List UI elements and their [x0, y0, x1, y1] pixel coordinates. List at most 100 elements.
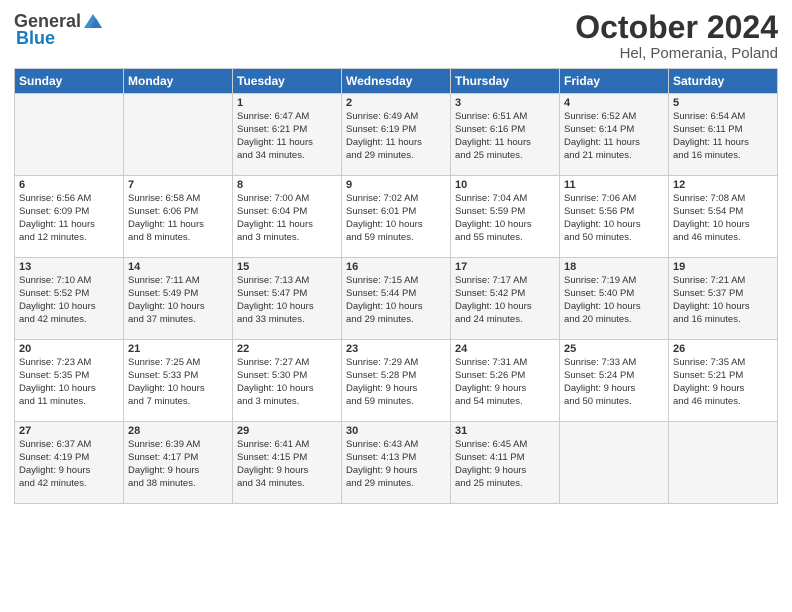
day-info: Sunrise: 7:25 AM Sunset: 5:33 PM Dayligh… — [128, 357, 228, 408]
table-row: 4Sunrise: 6:52 AM Sunset: 6:14 PM Daylig… — [560, 94, 669, 176]
day-info: Sunrise: 6:39 AM Sunset: 4:17 PM Dayligh… — [128, 439, 228, 490]
day-info: Sunrise: 7:17 AM Sunset: 5:42 PM Dayligh… — [455, 275, 555, 326]
calendar-week-row: 27 Sunrise: 6:37 AM Sunset: 4:19 PM Dayli… — [15, 422, 778, 504]
page: General Blue October 2024 Hel, Pomerania… — [0, 0, 792, 510]
table-row: 1 Sunrise: 6:47 AM Sunset: 6:21 PM Daylig… — [233, 94, 342, 176]
day-number: 25 — [564, 343, 664, 355]
day-number: 23 — [346, 343, 446, 355]
month-title: October 2024 — [575, 10, 778, 45]
table-row: 16Sunrise: 7:15 AM Sunset: 5:44 PM Dayli… — [342, 258, 451, 340]
table-row: 19 Sunrise: 7:21 AM Sunset: 5:37 PM Dayli… — [669, 258, 778, 340]
header: General Blue October 2024 Hel, Pomerania… — [14, 10, 778, 62]
logo-blue: Blue — [16, 28, 55, 49]
day-info: Sunrise: 6:47 AM Sunset: 6:21 PM Dayligh… — [237, 111, 337, 162]
day-number: 22 — [237, 343, 337, 355]
col-tuesday: Tuesday — [233, 69, 342, 94]
table-row: 29 Sunrise: 6:41 AM Sunset: 4:15 PM Dayli… — [233, 422, 342, 504]
table-row: 10Sunrise: 7:04 AM Sunset: 5:59 PM Dayli… — [451, 176, 560, 258]
table-row: 22Sunrise: 7:27 AM Sunset: 5:30 PM Dayli… — [233, 340, 342, 422]
calendar-week-row: 13 Sunrise: 7:10 AM Sunset: 5:52 PM Dayli… — [15, 258, 778, 340]
header-row: Sunday Monday Tuesday Wednesday Thursday… — [15, 69, 778, 94]
day-number: 15 — [237, 261, 337, 273]
day-info: Sunrise: 6:54 AM Sunset: 6:11 PM Dayligh… — [673, 111, 773, 162]
table-row: 20Sunrise: 7:23 AM Sunset: 5:35 PM Dayli… — [15, 340, 124, 422]
location-title: Hel, Pomerania, Poland — [575, 45, 778, 62]
day-number: 6 — [19, 179, 119, 191]
day-number: 26 — [673, 343, 773, 355]
day-info: Sunrise: 6:37 AM Sunset: 4:19 PM Dayligh… — [19, 439, 119, 490]
day-info: Sunrise: 7:31 AM Sunset: 5:26 PM Dayligh… — [455, 357, 555, 408]
day-number: 31 — [455, 425, 555, 437]
day-number: 30 — [346, 425, 446, 437]
table-row: 13 Sunrise: 7:10 AM Sunset: 5:52 PM Dayli… — [15, 258, 124, 340]
table-row: 24 Sunrise: 7:31 AM Sunset: 5:26 PM Dayli… — [451, 340, 560, 422]
day-number: 3 — [455, 97, 555, 109]
day-info: Sunrise: 7:11 AM Sunset: 5:49 PM Dayligh… — [128, 275, 228, 326]
title-block: October 2024 Hel, Pomerania, Poland — [575, 10, 778, 62]
table-row: 12 Sunrise: 7:08 AM Sunset: 5:54 PM Dayli… — [669, 176, 778, 258]
day-info: Sunrise: 7:08 AM Sunset: 5:54 PM Dayligh… — [673, 193, 773, 244]
table-row — [124, 94, 233, 176]
table-row: 26Sunrise: 7:35 AM Sunset: 5:21 PM Dayli… — [669, 340, 778, 422]
logo: General Blue — [14, 10, 104, 49]
day-info: Sunrise: 7:21 AM Sunset: 5:37 PM Dayligh… — [673, 275, 773, 326]
day-info: Sunrise: 7:10 AM Sunset: 5:52 PM Dayligh… — [19, 275, 119, 326]
day-info: Sunrise: 7:19 AM Sunset: 5:40 PM Dayligh… — [564, 275, 664, 326]
table-row: 11Sunrise: 7:06 AM Sunset: 5:56 PM Dayli… — [560, 176, 669, 258]
table-row: 23 Sunrise: 7:29 AM Sunset: 5:28 PM Dayli… — [342, 340, 451, 422]
table-row: 9Sunrise: 7:02 AM Sunset: 6:01 PM Daylig… — [342, 176, 451, 258]
table-row: 8 Sunrise: 7:00 AM Sunset: 6:04 PM Daylig… — [233, 176, 342, 258]
day-number: 21 — [128, 343, 228, 355]
day-info: Sunrise: 7:29 AM Sunset: 5:28 PM Dayligh… — [346, 357, 446, 408]
table-row: 18Sunrise: 7:19 AM Sunset: 5:40 PM Dayli… — [560, 258, 669, 340]
day-number: 24 — [455, 343, 555, 355]
table-row — [560, 422, 669, 504]
table-row: 3Sunrise: 6:51 AM Sunset: 6:16 PM Daylig… — [451, 94, 560, 176]
calendar-week-row: 6 Sunrise: 6:56 AM Sunset: 6:09 PM Daylig… — [15, 176, 778, 258]
day-number: 29 — [237, 425, 337, 437]
table-row: 27 Sunrise: 6:37 AM Sunset: 4:19 PM Dayli… — [15, 422, 124, 504]
day-number: 14 — [128, 261, 228, 273]
day-info: Sunrise: 6:41 AM Sunset: 4:15 PM Dayligh… — [237, 439, 337, 490]
day-number: 20 — [19, 343, 119, 355]
table-row: 5Sunrise: 6:54 AM Sunset: 6:11 PM Daylig… — [669, 94, 778, 176]
day-number: 1 — [237, 97, 337, 109]
table-row: 30 Sunrise: 6:43 AM Sunset: 4:13 PM Dayli… — [342, 422, 451, 504]
table-row: 17Sunrise: 7:17 AM Sunset: 5:42 PM Dayli… — [451, 258, 560, 340]
table-row — [669, 422, 778, 504]
day-number: 19 — [673, 261, 773, 273]
day-info: Sunrise: 7:33 AM Sunset: 5:24 PM Dayligh… — [564, 357, 664, 408]
table-row: 31 Sunrise: 6:45 AM Sunset: 4:11 PM Dayli… — [451, 422, 560, 504]
day-number: 13 — [19, 261, 119, 273]
day-info: Sunrise: 6:45 AM Sunset: 4:11 PM Dayligh… — [455, 439, 555, 490]
day-number: 7 — [128, 179, 228, 191]
day-number: 10 — [455, 179, 555, 191]
day-info: Sunrise: 6:58 AM Sunset: 6:06 PM Dayligh… — [128, 193, 228, 244]
day-number: 12 — [673, 179, 773, 191]
table-row: 6 Sunrise: 6:56 AM Sunset: 6:09 PM Daylig… — [15, 176, 124, 258]
calendar-week-row: 20Sunrise: 7:23 AM Sunset: 5:35 PM Dayli… — [15, 340, 778, 422]
col-sunday: Sunday — [15, 69, 124, 94]
day-number: 8 — [237, 179, 337, 191]
logo-icon — [82, 10, 104, 32]
calendar-body: 1 Sunrise: 6:47 AM Sunset: 6:21 PM Daylig… — [15, 94, 778, 504]
table-row: 15Sunrise: 7:13 AM Sunset: 5:47 PM Dayli… — [233, 258, 342, 340]
day-info: Sunrise: 6:43 AM Sunset: 4:13 PM Dayligh… — [346, 439, 446, 490]
calendar-table: Sunday Monday Tuesday Wednesday Thursday… — [14, 68, 778, 504]
col-thursday: Thursday — [451, 69, 560, 94]
table-row: 25 Sunrise: 7:33 AM Sunset: 5:24 PM Dayli… — [560, 340, 669, 422]
day-info: Sunrise: 6:56 AM Sunset: 6:09 PM Dayligh… — [19, 193, 119, 244]
col-friday: Friday — [560, 69, 669, 94]
day-info: Sunrise: 6:49 AM Sunset: 6:19 PM Dayligh… — [346, 111, 446, 162]
table-row: 14 Sunrise: 7:11 AM Sunset: 5:49 PM Dayli… — [124, 258, 233, 340]
day-number: 11 — [564, 179, 664, 191]
table-row: 28Sunrise: 6:39 AM Sunset: 4:17 PM Dayli… — [124, 422, 233, 504]
table-row: 2Sunrise: 6:49 AM Sunset: 6:19 PM Daylig… — [342, 94, 451, 176]
calendar-week-row: 1 Sunrise: 6:47 AM Sunset: 6:21 PM Daylig… — [15, 94, 778, 176]
col-wednesday: Wednesday — [342, 69, 451, 94]
day-number: 9 — [346, 179, 446, 191]
day-number: 27 — [19, 425, 119, 437]
day-number: 16 — [346, 261, 446, 273]
table-row — [15, 94, 124, 176]
day-info: Sunrise: 7:00 AM Sunset: 6:04 PM Dayligh… — [237, 193, 337, 244]
